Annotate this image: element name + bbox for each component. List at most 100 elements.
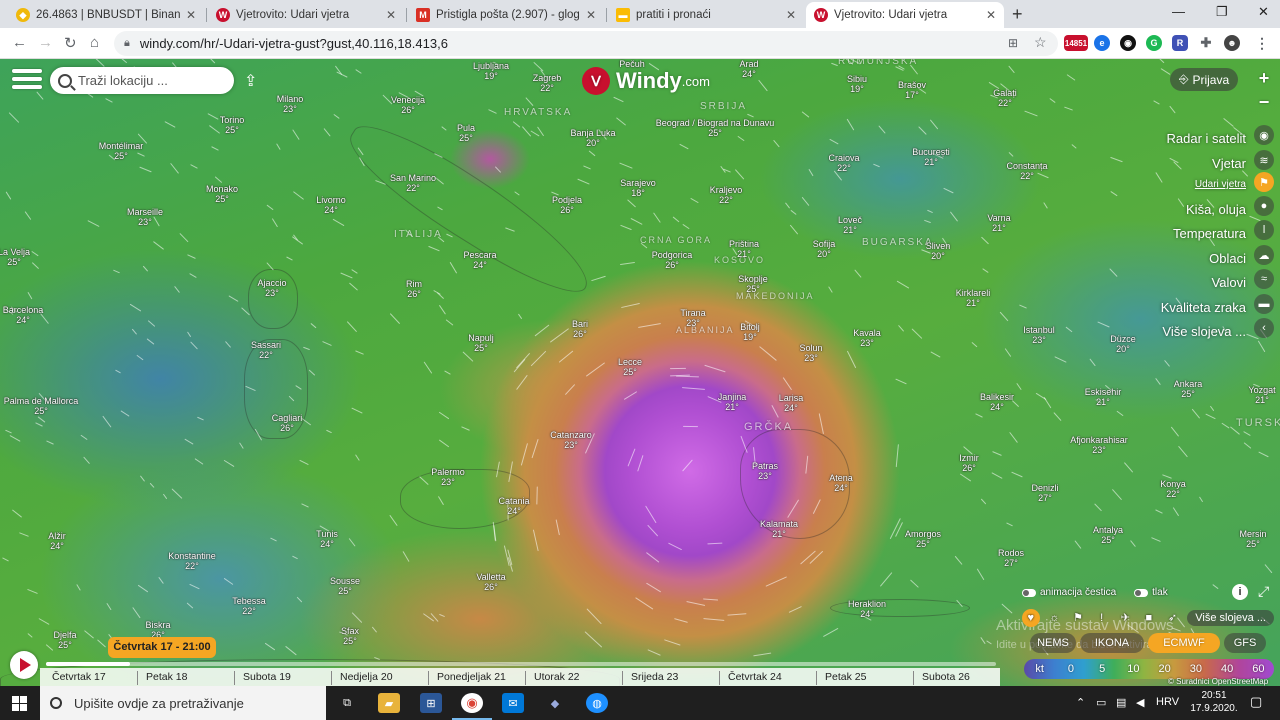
city-label[interactable]: Amorgos 25° xyxy=(905,529,941,549)
thermometer-icon[interactable]: ǀ xyxy=(1254,220,1274,240)
store-icon[interactable]: ⊞ xyxy=(420,693,442,713)
city-label[interactable]: Bari 26° xyxy=(572,319,588,339)
city-label[interactable]: Monako 25° xyxy=(206,184,238,204)
network-icon[interactable]: ▤ xyxy=(1116,696,1126,709)
taskbar-search-input[interactable]: Upišite ovdje za pretraživanje xyxy=(40,686,326,720)
extension-icon[interactable]: e xyxy=(1094,35,1110,51)
gust-icon[interactable]: ⚑ xyxy=(1254,172,1274,192)
browser-tab-windy-active[interactable]: W Vjetrovito: Udari vjetra ✕ xyxy=(806,2,1004,28)
city-label[interactable]: Lecce 25° xyxy=(618,357,642,377)
fullscreen-icon[interactable]: ⤢ xyxy=(1258,583,1269,600)
reload-icon[interactable]: ↻ xyxy=(64,34,77,52)
minimize-icon[interactable]: — xyxy=(1172,4,1185,19)
battery-icon[interactable]: ▭ xyxy=(1096,696,1106,709)
city-label[interactable]: Livorno 24° xyxy=(316,195,346,215)
timeline-day[interactable]: Nedjelja 20 xyxy=(331,671,393,685)
weather-map[interactable]: Rumunjska Srbija Hrvatska Italija Crna G… xyxy=(0,59,1280,686)
chevron-left-icon[interactable]: ‹ xyxy=(1254,318,1274,338)
favorite-heart-icon[interactable]: ♥ xyxy=(1022,609,1040,627)
model-gfs[interactable]: GFS xyxy=(1224,633,1266,653)
city-label[interactable]: Sibiu 19° xyxy=(847,74,867,94)
city-label[interactable]: Djelfa 25° xyxy=(53,630,76,650)
cloud-icon[interactable]: ☁ xyxy=(1254,245,1274,265)
city-label[interactable]: Janjina 21° xyxy=(718,392,747,412)
city-label[interactable]: Larisa 24° xyxy=(779,393,804,413)
city-label[interactable]: Brašov 17° xyxy=(898,80,926,100)
car-icon[interactable]: ▬ xyxy=(1254,294,1274,314)
city-label[interactable]: Sofija 20° xyxy=(813,239,836,259)
city-label[interactable]: Barcelona 24° xyxy=(3,305,44,325)
city-label[interactable]: Düzce 20° xyxy=(1110,334,1136,354)
close-icon[interactable]: ✕ xyxy=(386,8,396,22)
city-label[interactable]: Sassari 22° xyxy=(251,340,281,360)
city-label[interactable]: Varna 21° xyxy=(987,213,1010,233)
city-label[interactable]: Napulj 25° xyxy=(468,333,494,353)
model-ikona[interactable]: IKONA xyxy=(1080,633,1144,653)
extension-badge-icon[interactable]: 14851 xyxy=(1064,35,1088,51)
weather-icon[interactable]: ☼ xyxy=(1046,609,1064,627)
extension-icon[interactable]: ◉ xyxy=(1120,35,1136,51)
particles-toggle-row[interactable]: animacija čestica tlak xyxy=(1022,587,1168,598)
city-label[interactable]: Atena 24° xyxy=(829,473,853,493)
city-label[interactable]: Priština 21° xyxy=(729,239,759,259)
city-label[interactable]: Solun 23° xyxy=(799,343,822,363)
city-label[interactable]: Sliven 20° xyxy=(926,241,951,261)
timeline-day[interactable]: Subota 19 xyxy=(234,671,291,685)
city-label[interactable]: Skoplje 25° xyxy=(738,274,768,294)
city-label[interactable]: Balikesir 24° xyxy=(980,392,1014,412)
city-label[interactable]: Marseille 23° xyxy=(127,207,163,227)
camera-icon[interactable]: ■ xyxy=(1140,609,1158,627)
app-icon[interactable]: ◆ xyxy=(544,693,566,713)
new-tab-button[interactable]: + xyxy=(1012,4,1023,25)
layer-radar-satellite[interactable]: Radar i satelit xyxy=(1167,131,1246,146)
city-label[interactable]: Banja Luka 20° xyxy=(570,128,615,148)
city-label[interactable]: Catania 24° xyxy=(498,496,529,516)
city-label[interactable]: Rim 26° xyxy=(406,279,422,299)
timeline-day[interactable]: Ponedjeljak 21 xyxy=(428,671,506,685)
flag-icon[interactable]: ⚑ xyxy=(1069,609,1087,627)
extension-icon[interactable]: R xyxy=(1172,35,1188,51)
timeline-day[interactable]: Petak 25 xyxy=(816,671,866,685)
home-icon[interactable]: ⌂ xyxy=(90,34,99,51)
layer-waves[interactable]: Valovi xyxy=(1212,275,1246,290)
extension-icon[interactable]: G xyxy=(1146,35,1162,51)
task-view-icon[interactable]: ⧉ xyxy=(336,693,358,713)
city-label[interactable]: Montélimar 25° xyxy=(99,141,144,161)
city-label[interactable]: București 21° xyxy=(912,147,950,167)
city-label[interactable]: Kavala 23° xyxy=(853,328,881,348)
city-label[interactable]: Valletta 26° xyxy=(476,572,505,592)
volume-icon[interactable]: ◀ xyxy=(1136,696,1144,709)
windows-start-icon[interactable] xyxy=(12,696,27,711)
address-bar[interactable]: 🔒︎ windy.com/hr/-Udari-vjetra-gust?gust,… xyxy=(114,31,1058,56)
city-label[interactable]: Pula 25° xyxy=(457,123,475,143)
browser-tab-windy-1[interactable]: W Vjetrovito: Udari vjetra ✕ xyxy=(208,2,404,28)
zoom-in-button[interactable]: + xyxy=(1254,69,1274,89)
current-time-bubble[interactable]: Četvrtak 17 - 21:00 xyxy=(108,637,216,658)
city-label[interactable]: Loveč 21° xyxy=(838,215,862,235)
language-indicator[interactable]: HRV xyxy=(1156,696,1179,708)
maximize-icon[interactable]: ❐ xyxy=(1216,4,1228,20)
city-label[interactable]: Beograd / Biograd na Dunavu 25° xyxy=(656,118,775,138)
city-label[interactable]: Eskisehir 21° xyxy=(1085,387,1122,407)
wind-icon[interactable]: ≋ xyxy=(1254,150,1274,170)
wind-arrow-icon[interactable]: ➶ xyxy=(1164,609,1182,627)
city-label[interactable]: Antalya 25° xyxy=(1093,525,1123,545)
city-label[interactable]: Ljubljana 19° xyxy=(473,61,509,81)
city-label[interactable]: Tebessa 22° xyxy=(232,596,266,616)
city-label[interactable]: La Velja 25° xyxy=(0,247,30,267)
city-label[interactable]: San Marino 22° xyxy=(390,173,436,193)
city-label[interactable]: Constanța 22° xyxy=(1006,161,1047,181)
back-icon[interactable]: ← xyxy=(12,34,27,51)
share-icon[interactable]: ⇪ xyxy=(244,71,257,91)
layer-rain-thunder[interactable]: Kiša, oluja xyxy=(1186,202,1246,217)
close-window-icon[interactable]: ✕ xyxy=(1258,4,1269,20)
city-label[interactable]: Podjela 26° xyxy=(552,195,582,215)
city-label[interactable]: Konya 22° xyxy=(1160,479,1186,499)
city-label[interactable]: Sarajevo 18° xyxy=(620,178,656,198)
city-label[interactable]: Alžir 24° xyxy=(48,531,66,551)
timeline-day[interactable]: Subota 26 xyxy=(913,671,970,685)
city-label[interactable]: Zagreb 22° xyxy=(533,73,562,93)
city-label[interactable]: Patras 23° xyxy=(752,461,778,481)
model-nems[interactable]: NEMS xyxy=(1030,633,1076,653)
layer-more[interactable]: Više slojeva ... xyxy=(1162,324,1246,339)
